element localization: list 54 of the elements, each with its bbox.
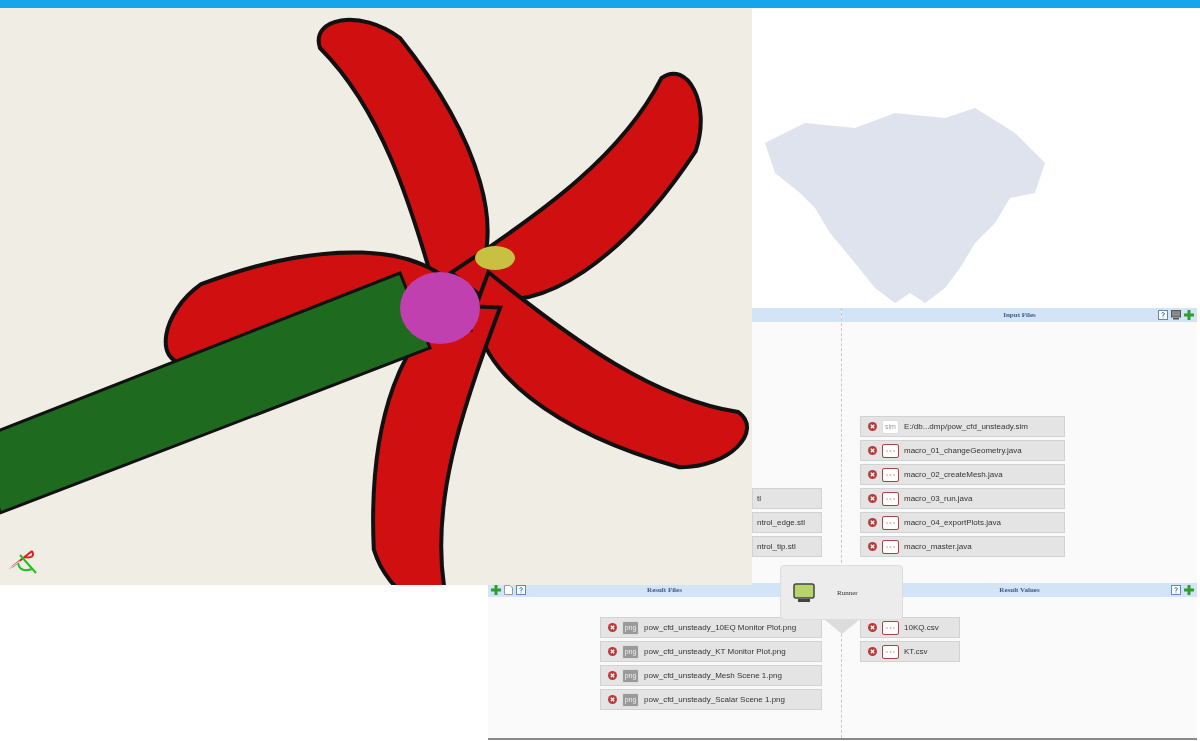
file-item[interactable]: KT.csv (860, 641, 960, 662)
file-item[interactable]: macro_01_changeGeometry.java (860, 440, 1065, 461)
file-item[interactable]: macro_04_exportPlots.java (860, 512, 1065, 533)
help-icon[interactable] (1158, 310, 1168, 320)
file-name: macro_01_changeGeometry.java (904, 446, 1022, 455)
remove-icon[interactable] (868, 542, 877, 551)
document-icon[interactable] (504, 585, 513, 595)
file-name: macro_master.java (904, 542, 972, 551)
file-icon (882, 443, 899, 458)
file-item[interactable]: tl (752, 488, 822, 509)
remove-icon[interactable] (608, 695, 617, 704)
remove-icon[interactable] (868, 518, 877, 527)
file-name: macro_03_run.java (904, 494, 973, 503)
file-icon (882, 467, 899, 482)
file-name: ntrol_edge.stl (757, 518, 806, 527)
file-name: pow_cfd_unsteady_10EQ Monitor Plot.png (644, 623, 797, 632)
file-name: macro_02_createMesh.java (904, 470, 1003, 479)
file-name: pow_cfd_unsteady_KT Monitor Plot.png (644, 647, 786, 656)
file-item[interactable]: ntrol_edge.stl (752, 512, 822, 533)
file-name: pow_cfd_unsteady_Mesh Scene 1.png (644, 671, 782, 680)
add-icon[interactable] (1184, 310, 1194, 320)
file-name: 10KQ.csv (904, 623, 939, 632)
add-icon[interactable] (491, 585, 501, 595)
remove-icon[interactable] (868, 647, 877, 656)
remove-icon[interactable] (868, 470, 877, 479)
file-name: macro_04_exportPlots.java (904, 518, 1001, 527)
remove-icon[interactable] (868, 446, 877, 455)
connector-arrow (825, 620, 859, 634)
file-name: ntrol_tip.stl (757, 542, 796, 551)
file-name: KT.csv (904, 647, 928, 656)
file-icon (882, 620, 899, 635)
file-item[interactable]: ntrol_tip.stl (752, 536, 822, 557)
remove-icon[interactable] (608, 623, 617, 632)
file-item[interactable]: macro_03_run.java (860, 488, 1065, 509)
file-icon (882, 515, 899, 530)
file-item[interactable]: macro_02_createMesh.java (860, 464, 1065, 485)
file-item[interactable]: 10KQ.csv (860, 617, 960, 638)
help-icon[interactable] (1171, 585, 1181, 595)
remove-icon[interactable] (868, 494, 877, 503)
remove-icon[interactable] (868, 422, 877, 431)
remove-icon[interactable] (608, 671, 617, 680)
file-name: tl (757, 494, 761, 503)
file-name: E:/db...dmp/pow_cfd_unsteady.sim (904, 422, 1028, 431)
remove-icon[interactable] (608, 647, 617, 656)
help-icon[interactable] (516, 585, 526, 595)
file-item[interactable]: macro_master.java (860, 536, 1065, 557)
file-icon (882, 491, 899, 506)
file-name: pow_cfd_unsteady_Scalar Scene 1.png (644, 695, 785, 704)
add-icon[interactable] (1184, 585, 1194, 595)
file-icon (882, 644, 899, 659)
monitor-icon[interactable] (1171, 310, 1181, 320)
monitor-icon (793, 582, 815, 603)
remove-icon[interactable] (868, 623, 877, 632)
file-icon (882, 539, 899, 554)
